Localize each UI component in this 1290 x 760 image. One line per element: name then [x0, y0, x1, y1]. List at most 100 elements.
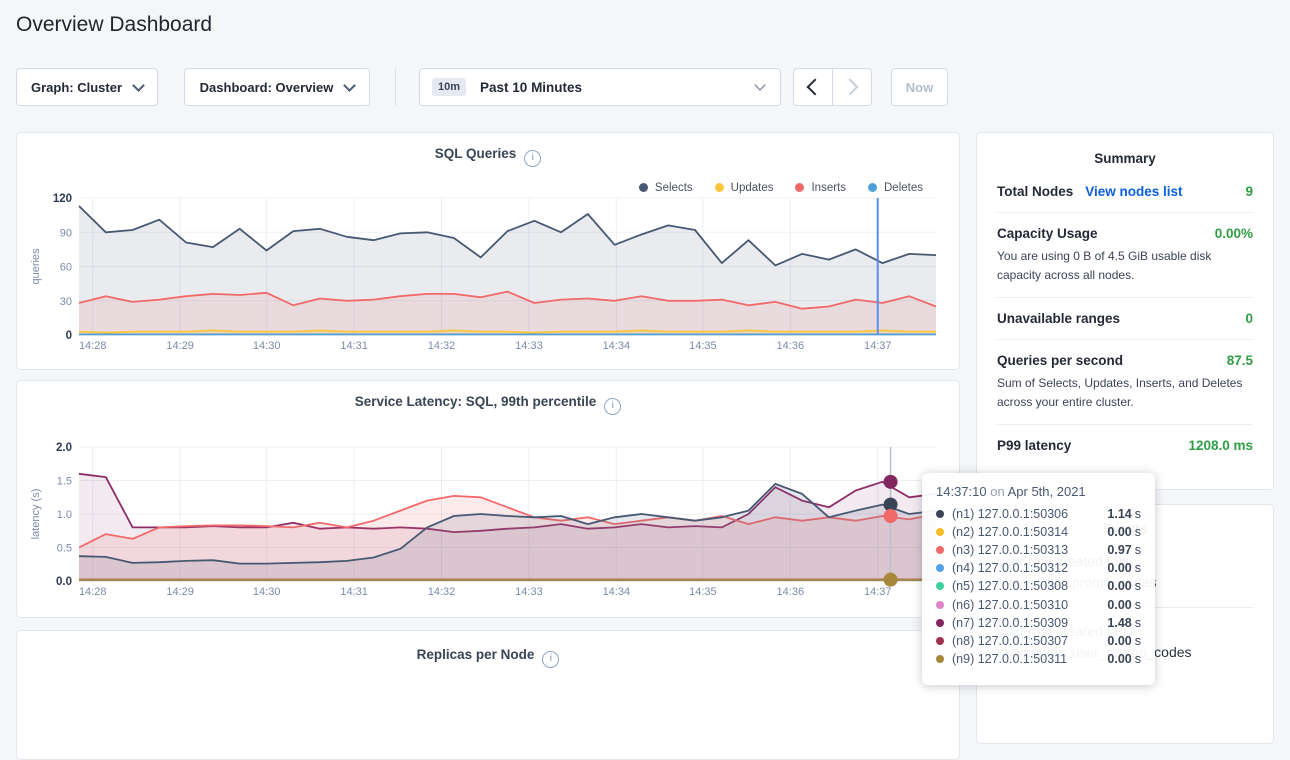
sql-queries-panel: SQL Queries SelectsUpdatesInsertsDeletes… — [16, 132, 960, 370]
svg-text:14:29: 14:29 — [166, 586, 194, 598]
svg-text:14:30: 14:30 — [253, 340, 281, 352]
replicas-per-node-panel: Replicas per Node — [16, 630, 960, 760]
chevron-left-icon — [807, 79, 824, 96]
svg-text:queries: queries — [30, 248, 42, 285]
tooltip-node-row: (n9) 127.0.0.1:503110.00s — [936, 650, 1141, 668]
tooltip-node-address: (n4) 127.0.0.1:50312 — [952, 561, 1068, 575]
dashboard-dropdown-label: Dashboard: Overview — [200, 80, 334, 95]
summary-title: Summary — [977, 133, 1273, 171]
tooltip-node-row: (n1) 127.0.0.1:503061.14s — [936, 505, 1141, 523]
svg-text:0: 0 — [66, 330, 72, 342]
tooltip-node-address: (n7) 127.0.0.1:50309 — [952, 616, 1068, 630]
svg-text:14:35: 14:35 — [689, 586, 717, 598]
node-color-dot-icon — [936, 546, 944, 554]
node-color-dot-icon — [936, 528, 944, 536]
tooltip-node-address: (n1) 127.0.0.1:50306 — [952, 507, 1068, 521]
chart-title: SQL Queries — [17, 146, 959, 167]
svg-text:1.5: 1.5 — [57, 476, 72, 488]
svg-text:14:30: 14:30 — [253, 586, 281, 598]
tooltip-node-value: 0.97s — [1107, 543, 1141, 557]
now-button-label: Now — [906, 80, 933, 95]
tooltip-timestamp: 14:37:10 on Apr 5th, 2021 — [936, 484, 1141, 499]
chart-title: Service Latency: SQL, 99th percentile — [17, 394, 959, 415]
time-now-button[interactable]: Now — [891, 68, 948, 106]
tooltip-node-unit: s — [1135, 579, 1141, 593]
svg-text:14:28: 14:28 — [79, 586, 107, 598]
service-latency-title: Service Latency: SQL, 99th percentile — [355, 394, 597, 409]
svg-text:0.5: 0.5 — [57, 543, 72, 555]
svg-text:14:37: 14:37 — [864, 340, 892, 352]
time-prev-button[interactable] — [793, 68, 833, 106]
tooltip-node-row: (n8) 127.0.0.1:50307 0.00s — [936, 632, 1141, 650]
p99-latency-label: P99 latency — [997, 438, 1071, 453]
unavailable-ranges-value: 0 — [1245, 311, 1253, 326]
time-range-dropdown[interactable]: 10m Past 10 Minutes — [419, 68, 781, 106]
svg-text:14:32: 14:32 — [428, 340, 456, 352]
node-color-dot-icon — [936, 637, 944, 645]
unavailable-ranges-label: Unavailable ranges — [997, 311, 1120, 326]
svg-text:1.0: 1.0 — [57, 509, 72, 521]
svg-text:30: 30 — [60, 296, 72, 308]
service-latency-chart[interactable]: 14:2814:2914:3014:3114:3214:3314:3414:35… — [25, 431, 953, 608]
tooltip-node-value: 0.00s — [1107, 561, 1141, 575]
capacity-desc: You are using 0 B of 4.5 GiB usable disk… — [997, 247, 1253, 284]
total-nodes-label: Total Nodes — [997, 184, 1073, 199]
svg-text:120: 120 — [53, 193, 72, 205]
service-latency-panel: Service Latency: SQL, 99th percentile 14… — [16, 380, 960, 618]
svg-text:90: 90 — [60, 227, 72, 239]
chevron-down-icon — [343, 79, 356, 92]
page-title: Overview Dashboard — [16, 13, 212, 37]
tooltip-node-value: 0.00s — [1107, 598, 1141, 612]
time-next-button[interactable] — [832, 68, 872, 106]
info-icon[interactable] — [604, 398, 621, 415]
svg-text:0.0: 0.0 — [56, 576, 72, 588]
tooltip-node-unit: s — [1135, 652, 1141, 666]
svg-text:14:35: 14:35 — [689, 340, 717, 352]
total-nodes-value: 9 — [1245, 184, 1253, 199]
tooltip-node-address: (n3) 127.0.0.1:50313 — [952, 543, 1068, 557]
svg-text:14:34: 14:34 — [603, 586, 631, 598]
graph-dropdown[interactable]: Graph: Cluster — [16, 68, 158, 106]
tooltip-node-unit: s — [1135, 634, 1141, 648]
qps-desc: Sum of Selects, Updates, Inserts, and De… — [997, 374, 1253, 411]
graph-dropdown-label: Graph: Cluster — [31, 80, 122, 95]
tooltip-node-row: (n3) 127.0.0.1:50313 0.97s — [936, 541, 1141, 559]
tooltip-node-unit: s — [1135, 525, 1141, 539]
tooltip-node-unit: s — [1135, 561, 1141, 575]
qps-value: 87.5 — [1227, 353, 1253, 368]
dashboard-dropdown[interactable]: Dashboard: Overview — [184, 68, 370, 106]
node-color-dot-icon — [936, 582, 944, 590]
info-icon[interactable] — [524, 150, 541, 167]
tooltip-node-address: (n2) 127.0.0.1:50314 — [952, 525, 1068, 539]
summary-row-capacity: Capacity Usage 0.00% You are using 0 B o… — [997, 212, 1253, 297]
hover-point-dot — [884, 573, 898, 587]
chart-title: Replicas per Node — [17, 647, 959, 668]
tooltip-node-value: 0.00s — [1107, 525, 1141, 539]
svg-text:14:32: 14:32 — [428, 586, 456, 598]
tooltip-node-address: (n6) 127.0.0.1:50310 — [952, 598, 1068, 612]
sql-queries-title: SQL Queries — [435, 146, 517, 161]
tooltip-node-row: (n4) 127.0.0.1:50312 0.00s — [936, 559, 1141, 577]
tooltip-node-address: (n8) 127.0.0.1:50307 — [952, 634, 1068, 648]
tooltip-connector: on — [990, 484, 1004, 499]
svg-text:2.0: 2.0 — [56, 442, 72, 454]
tooltip-time: 14:37:10 — [936, 484, 987, 499]
view-nodes-list-link[interactable]: View nodes list — [1085, 184, 1182, 199]
svg-text:14:28: 14:28 — [79, 340, 107, 352]
tooltip-node-unit: s — [1135, 616, 1141, 630]
tooltip-node-address: (n9) 127.0.0.1:50311 — [952, 652, 1067, 666]
chart-hover-tooltip: 14:37:10 on Apr 5th, 2021 (n1) 127.0.0.1… — [922, 473, 1155, 685]
tooltip-node-value: 1.48s — [1107, 616, 1141, 630]
hover-point-dot — [884, 509, 898, 523]
svg-text:14:33: 14:33 — [515, 340, 543, 352]
info-icon[interactable] — [542, 651, 559, 668]
summary-row-total-nodes: Total Nodes View nodes list 9 — [997, 171, 1253, 212]
tooltip-node-unit: s — [1135, 598, 1141, 612]
svg-text:14:36: 14:36 — [777, 340, 805, 352]
tooltip-node-value: 0.00s — [1107, 634, 1141, 648]
svg-text:14:31: 14:31 — [340, 340, 368, 352]
svg-text:60: 60 — [60, 262, 72, 274]
qps-label: Queries per second — [997, 353, 1123, 368]
tooltip-node-row: (n7) 127.0.0.1:50309 1.48s — [936, 614, 1141, 632]
sql-queries-chart[interactable]: 14:2814:2914:3014:3114:3214:3314:3414:35… — [25, 183, 953, 360]
